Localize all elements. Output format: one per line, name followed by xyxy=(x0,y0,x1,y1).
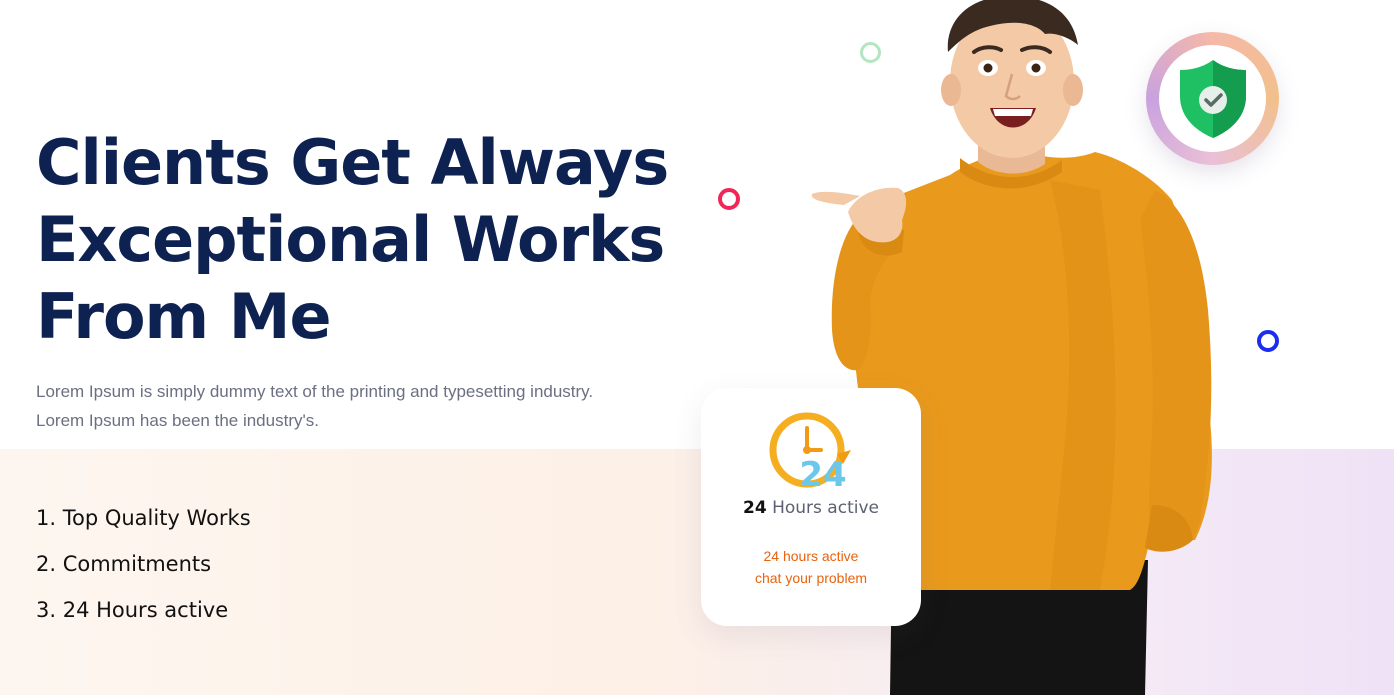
decor-ring-red xyxy=(718,188,740,210)
24-hour-clock-icon: 24 xyxy=(769,412,851,494)
active-hours-subtitle-line-1: 24 hours active xyxy=(763,548,859,564)
shield-check-icon xyxy=(1180,60,1246,138)
active-hours-subtitle-line-2: chat your problem xyxy=(754,570,868,586)
description-line-2: Lorem Ipsum has been the industry's. xyxy=(36,411,319,430)
hero-headline: Clients Get Always Exceptional Works Fro… xyxy=(36,124,676,355)
decor-ring-blue xyxy=(1257,330,1279,352)
active-hours-card: 24 24 Hours active 24 hours active chat … xyxy=(701,388,921,626)
active-hours-subtitle: 24 hours active chat your problem xyxy=(701,545,921,589)
headline-line-1: Clients Get Always xyxy=(36,126,669,199)
feature-item-quality: 1. Top Quality Works xyxy=(36,506,251,530)
feature-list: 1. Top Quality Works 2. Commitments 3. 2… xyxy=(36,500,251,638)
active-hours-number: 24 xyxy=(743,498,767,518)
active-hours-title: 24 Hours active xyxy=(701,498,921,518)
feature-item-commitments: 2. Commitments xyxy=(36,552,212,576)
feature-item-24-hours: 3. 24 Hours active xyxy=(36,598,229,622)
headline-line-2: Exceptional Works xyxy=(36,203,665,276)
security-badge xyxy=(1146,32,1279,165)
active-hours-label: Hours active xyxy=(772,498,879,518)
hero-description: Lorem Ipsum is simply dummy text of the … xyxy=(36,377,676,435)
description-line-1: Lorem Ipsum is simply dummy text of the … xyxy=(36,382,594,401)
clock-number-label: 24 xyxy=(799,455,846,494)
headline-line-3: From Me xyxy=(36,280,332,353)
